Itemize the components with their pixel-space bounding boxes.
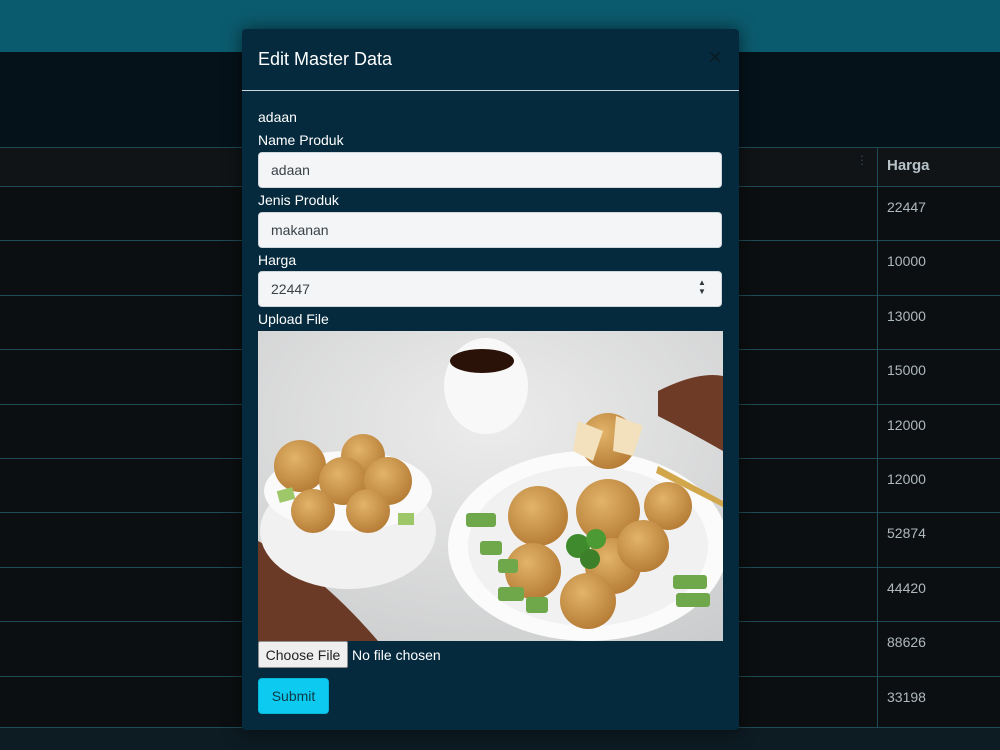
upload-file-label: Upload File (258, 311, 329, 327)
modal-header: Edit Master Data × (242, 29, 739, 91)
sort-icon[interactable]: ⋮ (856, 154, 868, 166)
column-divider (877, 147, 878, 727)
harga-cell: 12000 (887, 471, 926, 487)
choose-file-button[interactable]: Choose File (258, 641, 348, 668)
harga-cell: 22447 (887, 199, 926, 215)
close-icon[interactable]: × (704, 46, 726, 70)
product-image-preview (258, 331, 723, 641)
harga-cell: 33198 (887, 689, 926, 705)
harga-cell: 12000 (887, 417, 926, 433)
name-produk-input[interactable] (258, 152, 722, 188)
product-caption: adaan (258, 109, 297, 125)
table-footer-strip (0, 728, 1000, 750)
harga-cell: 13000 (887, 308, 926, 324)
jenis-produk-input[interactable] (258, 212, 722, 248)
name-produk-label: Name Produk (258, 132, 344, 148)
harga-label: Harga (258, 252, 297, 268)
modal-title: Edit Master Data (258, 49, 393, 69)
food-photo (258, 331, 723, 641)
harga-cell: 88626 (887, 634, 926, 650)
harga-cell: 44420 (887, 580, 926, 596)
harga-cell: 52874 (887, 525, 926, 541)
harga-cell: 10000 (887, 253, 926, 269)
file-status-text: No file chosen (352, 647, 441, 663)
harga-input[interactable] (258, 271, 722, 307)
jenis-produk-label: Jenis Produk (258, 192, 339, 208)
number-spinner-icon[interactable]: ▲ ▼ (695, 278, 709, 300)
submit-button[interactable]: Submit (258, 678, 329, 714)
harga-cell: 15000 (887, 362, 926, 378)
edit-master-data-modal: Edit Master Data × adaan Name Produk Jen… (242, 29, 739, 730)
column-header-harga[interactable]: Harga (887, 157, 930, 174)
